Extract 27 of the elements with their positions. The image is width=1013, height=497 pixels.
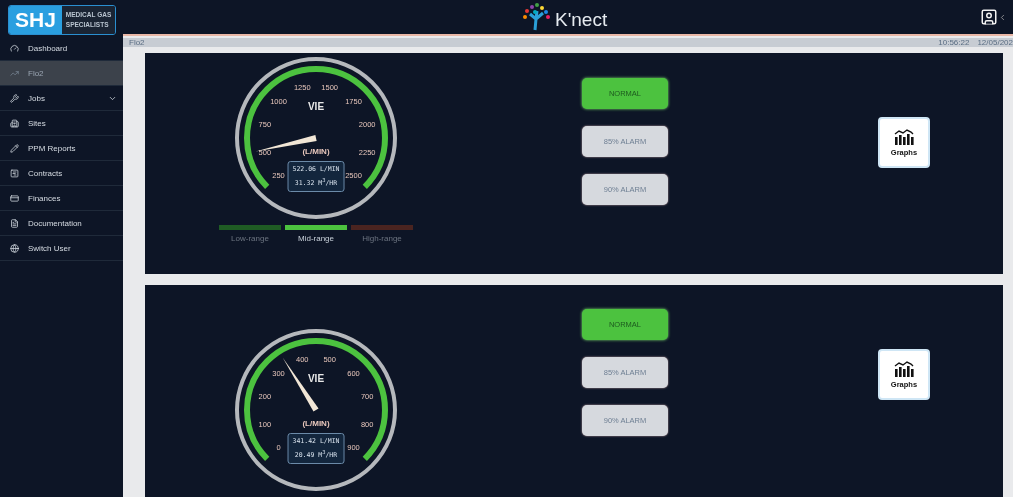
current-date: 12/05/202 bbox=[977, 38, 1013, 47]
nav-icon bbox=[10, 68, 19, 78]
logo-mark: SHJ bbox=[9, 5, 62, 34]
nav-icon bbox=[10, 243, 19, 253]
brand-name: K'nect bbox=[555, 9, 608, 31]
range-label: Low-range bbox=[231, 234, 269, 243]
page-title: Flo2 bbox=[129, 38, 145, 47]
nav-icon bbox=[10, 43, 19, 53]
nav-icon bbox=[10, 168, 19, 178]
unit-label: (L/MIN) bbox=[302, 419, 330, 428]
clock-time: 10:56:22 bbox=[938, 38, 970, 47]
unit-label: (L/MIN) bbox=[302, 147, 330, 156]
bar-chart-icon bbox=[893, 128, 915, 145]
nav-icon bbox=[10, 93, 19, 103]
bar-chart-icon bbox=[893, 360, 915, 377]
nav-icon bbox=[10, 143, 19, 153]
range-label: Mid-range bbox=[298, 234, 334, 243]
nav-icon bbox=[10, 118, 19, 128]
caret-icon[interactable] bbox=[998, 12, 1007, 22]
range-label: High-range bbox=[362, 234, 402, 243]
nav-icon bbox=[10, 193, 19, 203]
gauge-title: VIE bbox=[307, 373, 325, 384]
gauge-title: VIE bbox=[307, 101, 325, 112]
sidebar-item[interactable]: Flo2 bbox=[0, 61, 123, 86]
user-icon[interactable] bbox=[980, 8, 998, 26]
tree-logo-icon bbox=[521, 3, 553, 31]
nav-icon bbox=[10, 218, 19, 228]
